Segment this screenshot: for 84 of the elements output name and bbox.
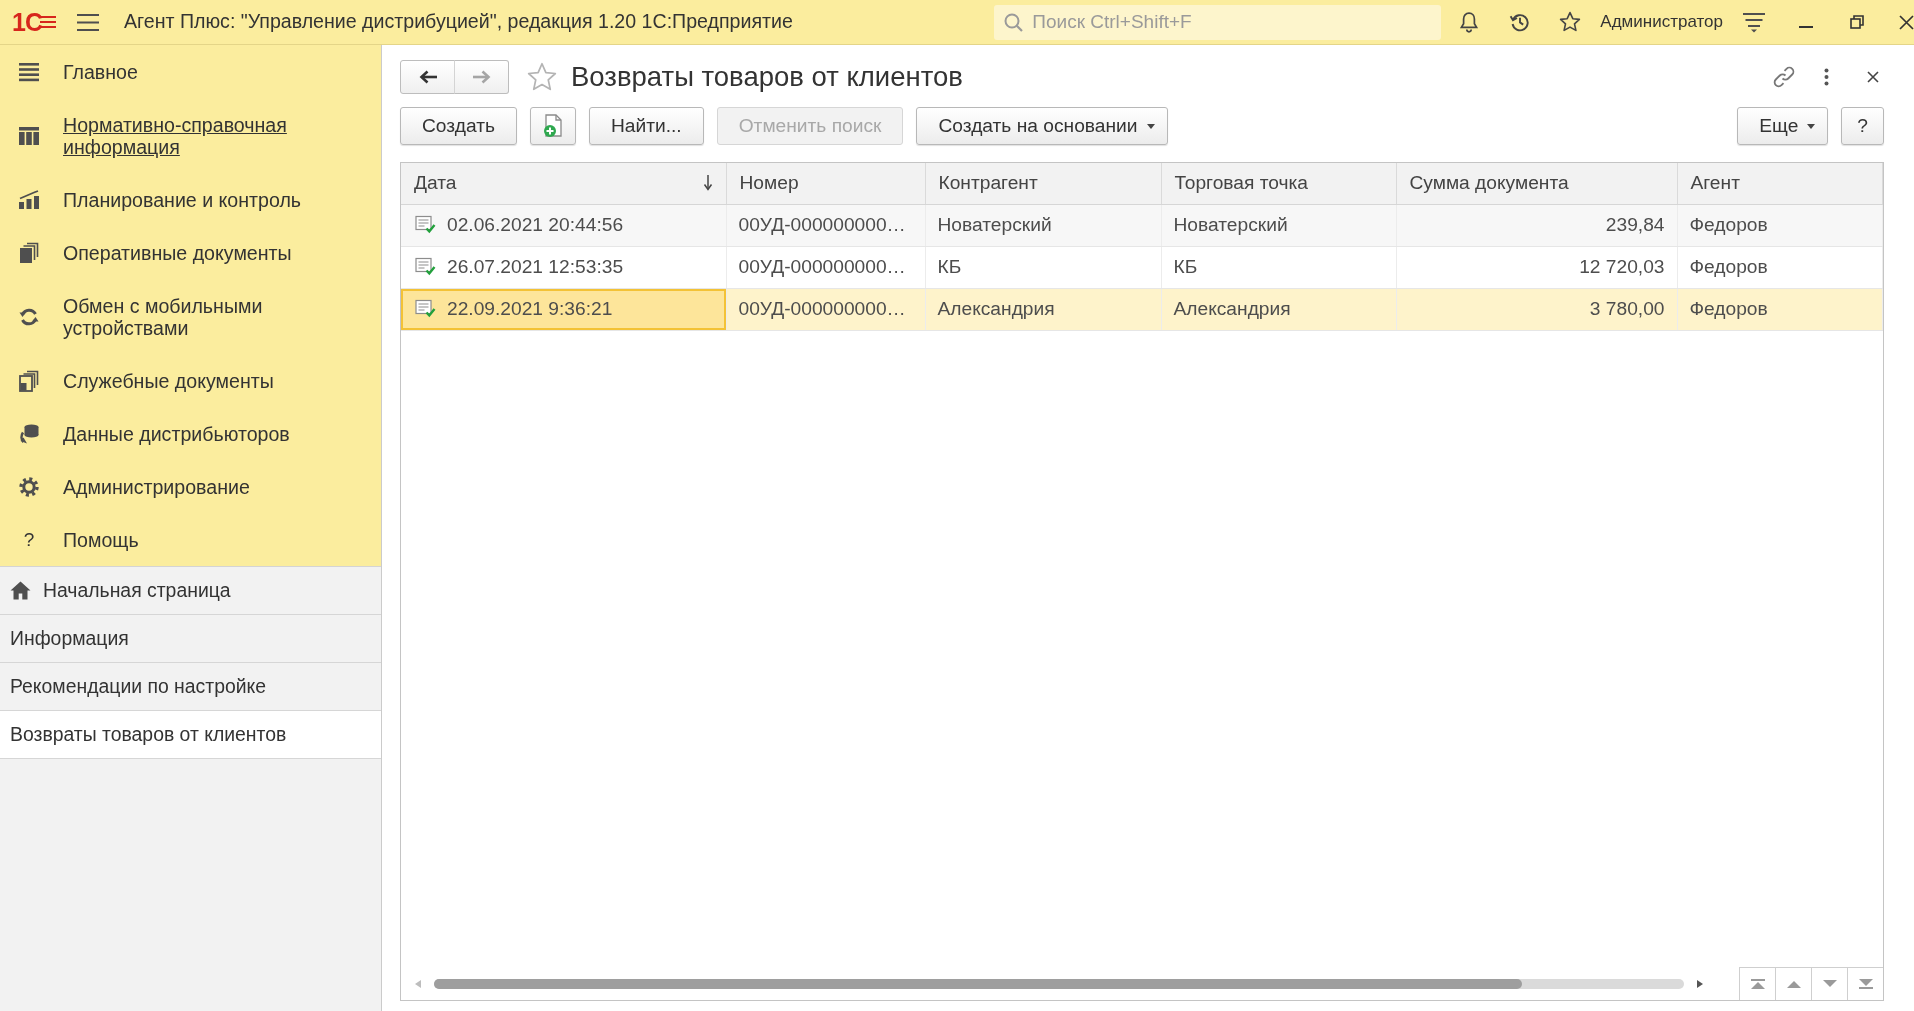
menu-lines-icon[interactable] <box>1743 11 1765 33</box>
column-header[interactable]: Торговая точка <box>1161 163 1396 204</box>
logo: 1С <box>12 10 57 34</box>
sort-arrow-icon <box>702 175 713 192</box>
column-header[interactable]: Сумма документа <box>1396 163 1677 204</box>
link-icon[interactable] <box>1773 66 1795 88</box>
table-icon <box>18 124 40 147</box>
column-header[interactable]: Контрагент <box>925 163 1161 204</box>
open-window-tab[interactable]: Возвраты товаров от клиентов <box>0 711 381 759</box>
table-cell: 12 720,03 <box>1396 246 1677 288</box>
list-icon <box>18 60 40 83</box>
menu-icon[interactable] <box>76 13 99 31</box>
close-icon[interactable] <box>1899 14 1914 30</box>
documents-icon <box>18 369 40 392</box>
back-button[interactable] <box>400 60 455 94</box>
section-item[interactable]: Главное <box>0 45 381 98</box>
cell-text: 26.07.2021 12:53:35 <box>447 254 624 279</box>
table-cell: Федоров <box>1677 288 1883 330</box>
column-header[interactable]: Агент <box>1677 163 1883 204</box>
dropdown-button[interactable]: Еще <box>1737 107 1829 145</box>
more-icon[interactable] <box>1824 68 1829 86</box>
table-cell: 239,84 <box>1396 204 1677 246</box>
user-name[interactable]: Администратор <box>1600 9 1723 35</box>
section-item[interactable]: Планирование и контроль <box>0 173 381 226</box>
scroll-last-button[interactable] <box>1847 967 1883 1000</box>
column-header[interactable]: Дата <box>401 163 726 204</box>
star-icon[interactable] <box>526 61 558 93</box>
section-item[interactable]: Администрирование <box>0 460 381 513</box>
section-item[interactable]: Служебные документы <box>0 354 381 407</box>
restore-icon[interactable] <box>1850 15 1864 29</box>
toolbar-button[interactable]: ? <box>1841 107 1884 145</box>
app-title: Агент Плюс: "Управление дистрибуцией", редакция 1.20 1С:Предприятие <box>123 9 794 35</box>
toolbar-button[interactable]: Найти... <box>588 107 704 145</box>
table-cell: Александрия <box>925 288 1161 330</box>
form-title: Возвраты товаров от клиентов <box>571 60 963 95</box>
table-cell: 00УД-000000000… <box>726 246 925 288</box>
bar-chart-icon <box>18 188 40 211</box>
search-field[interactable]: Поиск Ctrl+Shift+F <box>994 4 1442 40</box>
down-triangle-bar-icon <box>1858 979 1873 989</box>
left-arrow-icon <box>417 68 438 86</box>
table-cell: 3 780,00 <box>1396 288 1677 330</box>
table-cell: КБ <box>1161 246 1396 288</box>
home-icon <box>10 581 31 600</box>
section-item[interactable]: ? Помощь <box>0 513 381 566</box>
scroll-down-button[interactable] <box>1811 967 1847 1000</box>
table-cell: 00УД-000000000… <box>726 204 925 246</box>
toolbar-button[interactable]: Создать <box>400 107 517 145</box>
table-cell: Александрия <box>1161 288 1396 330</box>
table-cell: 00УД-000000000… <box>726 288 925 330</box>
table-row[interactable]: 26.07.2021 12:53:35 00УД-000000000… КБ КБ 12 720,03 Федоров <box>401 246 1883 288</box>
section-item[interactable]: Нормативно-справочная информация <box>0 98 381 173</box>
caret-icon <box>1146 123 1155 129</box>
scroll-up-button[interactable] <box>1775 967 1811 1000</box>
column-header[interactable]: Номер <box>726 163 925 204</box>
caret-icon <box>1807 123 1816 129</box>
question-mark-icon: ? <box>18 528 40 551</box>
section-item[interactable]: Обмен с мобильными устройствами <box>0 279 381 354</box>
table-cell: Новатерский <box>925 204 1161 246</box>
table-cell: КБ <box>925 246 1161 288</box>
column-title: Дата <box>414 170 457 195</box>
cell-text: 02.06.2021 20:44:56 <box>447 212 624 237</box>
table-cell: Новатерский <box>1161 204 1396 246</box>
down-triangle-icon <box>1822 979 1837 989</box>
search-icon <box>1004 12 1024 32</box>
star-icon[interactable] <box>1558 10 1583 34</box>
dropdown-button[interactable]: Создать на основании <box>916 107 1168 145</box>
gear-icon <box>18 475 40 498</box>
table-row[interactable]: 22.09.2021 9:36:21 00УД-000000000… Александрия Александрия 3 780,00 Федоров <box>401 288 1883 330</box>
close-icon[interactable] <box>1867 71 1879 83</box>
table-row[interactable]: 02.06.2021 20:44:56 00УД-000000000… Новатерский Новатерский 239,84 Федоров <box>401 204 1883 246</box>
documents-icon <box>18 241 40 264</box>
up-triangle-icon <box>1786 979 1801 989</box>
add-document-icon <box>541 114 564 138</box>
bar-up-triangle-icon <box>1750 979 1765 989</box>
cell-text: 22.09.2021 9:36:21 <box>447 296 613 321</box>
table-cell: Федоров <box>1677 246 1883 288</box>
scroll-right-icon[interactable] <box>1697 979 1703 988</box>
scroll-first-button[interactable] <box>1739 967 1775 1000</box>
section-item[interactable]: Данные дистрибьюторов <box>0 407 381 460</box>
section-item[interactable]: Оперативные документы <box>0 226 381 279</box>
right-arrow-icon <box>471 68 492 86</box>
table-cell: Федоров <box>1677 204 1883 246</box>
add-document-button[interactable] <box>529 107 576 145</box>
database-icon <box>18 422 40 445</box>
